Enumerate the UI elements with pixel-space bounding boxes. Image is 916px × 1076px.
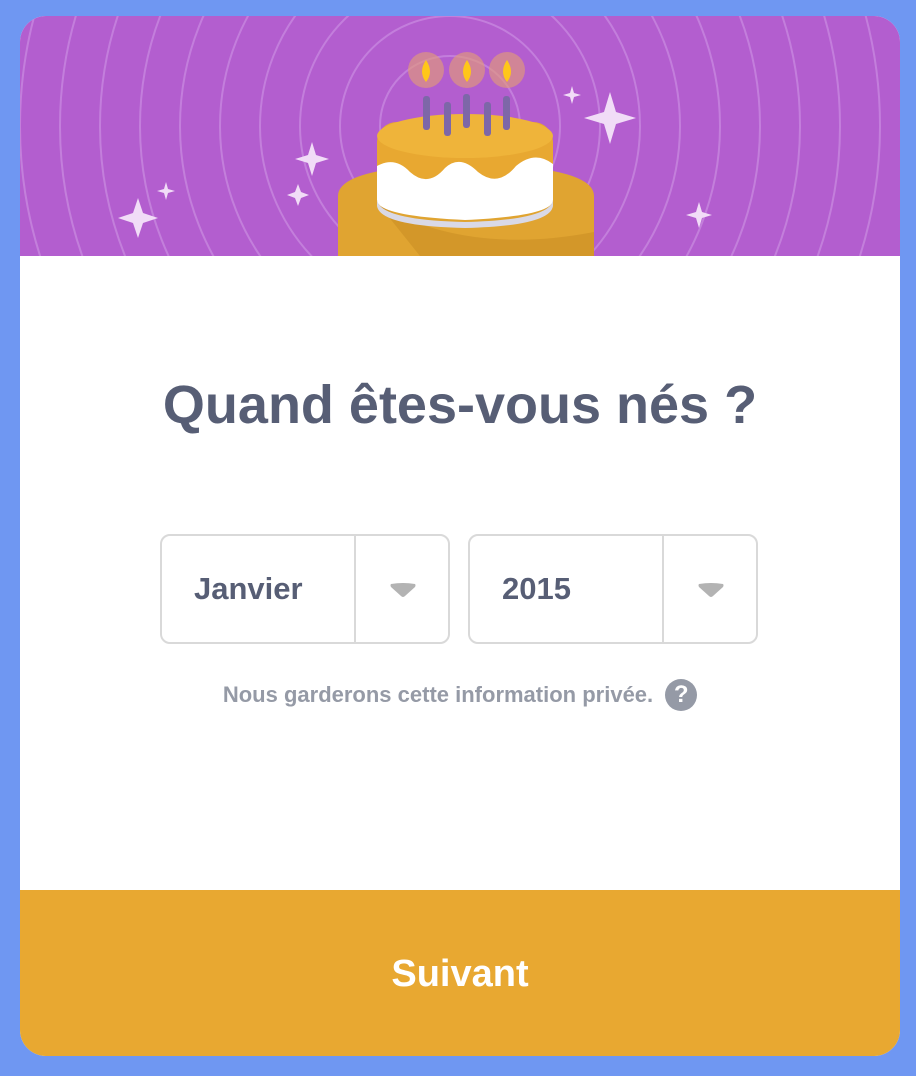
modal-backdrop: Quand êtes-vous nés ? Janvier 2015 Nous …	[0, 0, 916, 1076]
birthday-banner	[20, 16, 900, 256]
year-dropdown-toggle[interactable]	[664, 536, 758, 642]
privacy-note: Nous garderons cette information privée.…	[20, 678, 900, 712]
month-select-value: Janvier	[194, 571, 303, 606]
year-select-value: 2015	[502, 571, 571, 606]
question-mark-icon[interactable]: ?	[665, 679, 698, 711]
sparkle-icon	[295, 142, 329, 176]
year-select[interactable]: 2015	[468, 534, 758, 644]
caret-down-icon	[698, 583, 724, 597]
dialog-title: Quand êtes-vous nés ?	[162, 375, 758, 435]
sparkle-icon	[157, 182, 175, 200]
month-dropdown-toggle[interactable]	[356, 536, 450, 642]
sparkle-icon	[287, 184, 309, 206]
privacy-note-text: Nous garderons cette information privée.	[222, 682, 654, 707]
sparkle-icon	[584, 92, 636, 144]
sparkle-icon	[118, 198, 158, 238]
birthdate-dialog: Quand êtes-vous nés ? Janvier 2015 Nous …	[20, 16, 900, 1056]
month-select[interactable]: Janvier	[160, 534, 450, 644]
sparkle-icon	[563, 86, 581, 104]
next-button[interactable]: Suivant	[20, 890, 900, 1056]
caret-down-icon	[390, 583, 416, 597]
